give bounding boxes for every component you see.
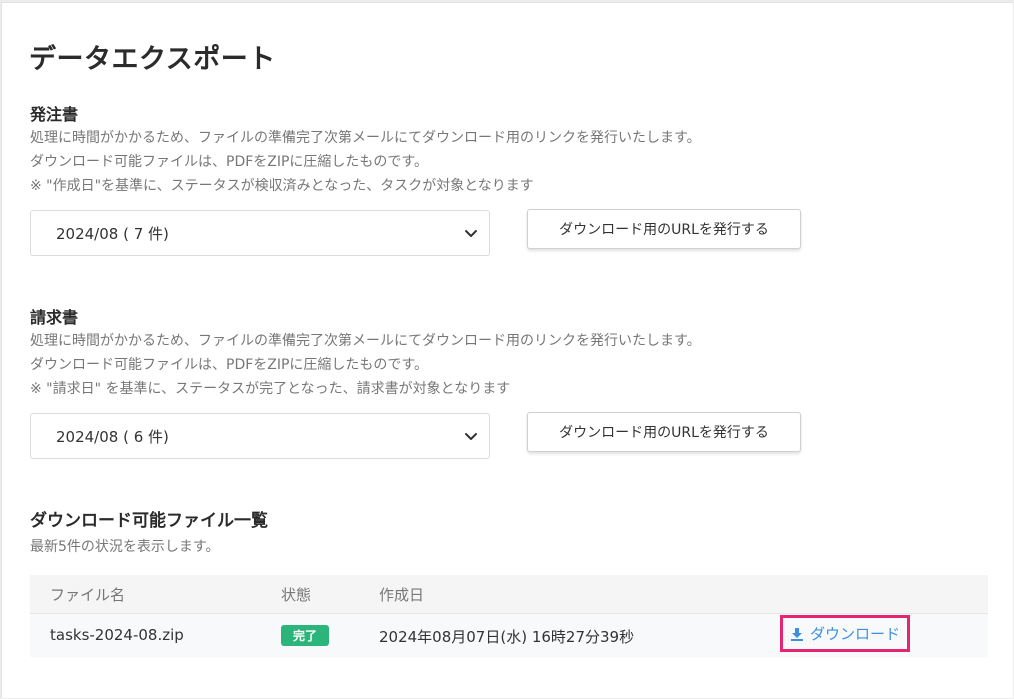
invoices-desc-line-3: ※ "請求日" を基準に、ステータスが完了となった、請求書が対象となります: [30, 381, 511, 397]
download-link-label: ダウンロード: [809, 625, 900, 643]
invoices-desc-line-1: 処理に時間がかかるため、ファイルの準備完了次第メールにてダウンロード用のリンクを…: [30, 333, 701, 349]
invoices-desc-line-2: ダウンロード可能ファイルは、PDFをZIPに圧縮したものです。: [30, 357, 429, 373]
invoices-title: 請求書: [30, 308, 79, 327]
column-header-file-name: ファイル名: [50, 586, 126, 604]
purchase-orders-issue-url-button[interactable]: ダウンロード用のURLを発行する: [527, 209, 801, 249]
invoices-month-select[interactable]: 2024/08 ( 6 件): [30, 413, 490, 459]
download-link[interactable]: ダウンロード: [780, 615, 910, 652]
chevron-down-icon: [463, 225, 479, 241]
purchase-orders-select-value: 2024/08 ( 7 件): [56, 225, 169, 243]
purchase-orders-month-select[interactable]: 2024/08 ( 7 件): [30, 210, 490, 256]
table-row: tasks-2024-08.zip 完了 2024年08月07日(水) 16時2…: [30, 614, 988, 657]
files-table-header: ファイル名 状態 作成日: [30, 575, 988, 614]
page-title: データエクスポート: [29, 44, 276, 75]
download-icon: [790, 627, 803, 641]
chevron-down-icon: [463, 428, 479, 444]
invoices-select-value: 2024/08 ( 6 件): [56, 428, 169, 446]
downloadable-files-title: ダウンロード可能ファイル一覧: [30, 511, 268, 531]
purchase-orders-desc-line-1: 処理に時間がかかるため、ファイルの準備完了次第メールにてダウンロード用のリンクを…: [30, 130, 701, 146]
created-at-cell: 2024年08月07日(水) 16時27分39秒: [379, 628, 635, 646]
invoices-description: 処理に時間がかかるため、ファイルの準備完了次第メールにてダウンロード用のリンクを…: [30, 329, 701, 401]
file-name-cell: tasks-2024-08.zip: [50, 626, 184, 644]
column-header-created: 作成日: [379, 586, 425, 604]
invoices-issue-url-button[interactable]: ダウンロード用のURLを発行する: [527, 412, 801, 452]
purchase-orders-title: 発注書: [30, 105, 79, 124]
purchase-orders-desc-line-2: ダウンロード可能ファイルは、PDFをZIPに圧縮したものです。: [30, 154, 429, 170]
purchase-orders-description: 処理に時間がかかるため、ファイルの準備完了次第メールにてダウンロード用のリンクを…: [30, 126, 701, 198]
purchase-orders-desc-line-3: ※ "作成日"を基準に、ステータスが検収済みとなった、タスクが対象となります: [30, 178, 534, 194]
column-header-status: 状態: [281, 586, 312, 604]
status-badge: 完了: [281, 625, 329, 646]
export-card: データエクスポート 発注書 処理に時間がかかるため、ファイルの準備完了次第メール…: [1, 2, 1013, 698]
downloadable-files-subtitle: 最新5件の状況を表示します。: [30, 539, 220, 555]
